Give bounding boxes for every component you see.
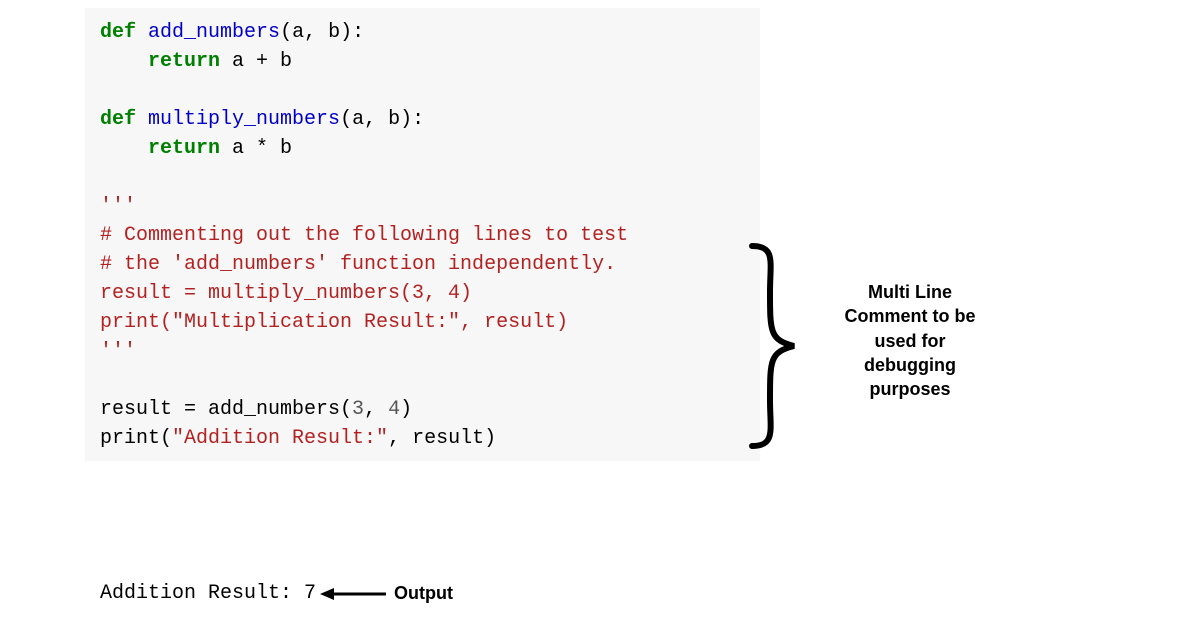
- annotation-line: Multi Line: [820, 280, 1000, 304]
- annotation-line: Comment to be: [820, 304, 1000, 328]
- keyword-def: def: [100, 108, 136, 131]
- code-block: def add_numbers(a, b): return a + b def …: [85, 8, 760, 461]
- arrow-left-icon: [320, 586, 388, 602]
- expr: a + b: [220, 50, 292, 73]
- curly-brace-icon: [746, 242, 808, 455]
- annotation-text: Multi Line Comment to be used for debugg…: [820, 280, 1000, 401]
- output-text: Addition Result: 7: [100, 582, 316, 605]
- function-name: add_numbers: [148, 21, 280, 44]
- output-line: Addition Result: 7 Output: [100, 582, 453, 605]
- code-line: print("Multiplication Result:", result): [100, 311, 568, 334]
- params: (a, b):: [280, 21, 364, 44]
- code-line: result = add_numbers(3, 4): [100, 398, 412, 421]
- params: (a, b):: [340, 108, 424, 131]
- docstring-open: ''': [100, 195, 136, 218]
- code-line: result = multiply_numbers(3, 4): [100, 282, 472, 305]
- code-line: print("Addition Result:", result): [100, 427, 496, 450]
- comment-line: # the 'add_numbers' function independent…: [100, 253, 616, 276]
- annotation-line: used for: [820, 329, 1000, 353]
- docstring-close: ''': [100, 340, 136, 363]
- expr: a * b: [220, 137, 292, 160]
- keyword-return: return: [148, 137, 220, 160]
- annotation-line: purposes: [820, 377, 1000, 401]
- keyword-return: return: [148, 50, 220, 73]
- annotation-line: debugging: [820, 353, 1000, 377]
- function-name: multiply_numbers: [148, 108, 340, 131]
- keyword-def: def: [100, 21, 136, 44]
- output-label: Output: [394, 583, 453, 604]
- comment-line: # Commenting out the following lines to …: [100, 224, 628, 247]
